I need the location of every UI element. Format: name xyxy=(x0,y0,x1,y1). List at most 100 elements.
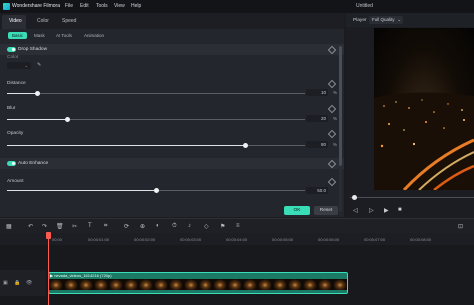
subtab-ai-tools[interactable]: AI Tools xyxy=(52,32,76,39)
undo-icon[interactable]: ↶ xyxy=(28,223,33,230)
chevron-down-icon: ⌄ xyxy=(397,17,401,22)
distance-slider[interactable] xyxy=(7,91,305,96)
amount-slider[interactable] xyxy=(7,188,305,193)
distance-unit: % xyxy=(333,90,338,95)
speed-icon[interactable]: ⏱ xyxy=(172,223,177,230)
color-icon[interactable]: ◐ xyxy=(156,223,160,229)
eyedropper-icon[interactable]: ✎ xyxy=(37,62,41,68)
delete-icon[interactable]: 🗑 xyxy=(56,223,64,230)
color-label: Color xyxy=(7,55,19,60)
keyframe-diamond-icon[interactable] xyxy=(327,45,337,55)
opacity-slider-fill xyxy=(7,145,246,147)
opacity-slider-knob[interactable] xyxy=(243,143,248,148)
player-label: Player xyxy=(353,18,367,23)
opacity-label: Opacity xyxy=(7,131,24,136)
auto-enhance-label: Auto Enhance xyxy=(18,161,49,166)
auto-enhance-toggle[interactable] xyxy=(7,161,16,166)
reset-button[interactable]: Reset xyxy=(314,206,338,215)
blur-slider[interactable] xyxy=(7,117,305,122)
blur-unit: % xyxy=(333,116,338,121)
quality-select-value: Full Quality xyxy=(372,17,395,22)
chevron-down-icon: ⌄ xyxy=(24,63,28,68)
distance-label: Distance xyxy=(7,81,26,86)
blur-slider-knob[interactable] xyxy=(65,117,70,122)
rotate-icon[interactable]: ⟳ xyxy=(124,223,129,230)
opacity-value[interactable]: 80 xyxy=(306,141,328,148)
play-icon[interactable]: ▶ xyxy=(384,207,389,214)
amount-slider-fill xyxy=(7,190,156,192)
tab-video[interactable]: Video xyxy=(9,18,22,24)
auto-enhance-keyframe-icon[interactable] xyxy=(327,159,337,169)
video-track-header: ▣ 🔒 👁 xyxy=(0,270,46,296)
title-bar: Wondershare Filmora File Edit Tools View… xyxy=(0,0,474,13)
distance-value[interactable]: 10 xyxy=(306,89,328,96)
distance-slider-fill xyxy=(7,93,37,95)
crop-icon[interactable]: ⌗ xyxy=(104,223,107,230)
menu-file[interactable]: File xyxy=(65,3,73,9)
ruler-tick: 00:00:08:00 xyxy=(410,237,432,242)
sub-tabs: Basic Mask AI Tools Animation xyxy=(0,29,344,42)
menu-tools[interactable]: Tools xyxy=(96,3,108,9)
app-name: Wondershare Filmora xyxy=(12,3,60,9)
menu-help[interactable]: Help xyxy=(131,3,141,9)
auto-enhance-row: Auto Enhance xyxy=(0,158,344,169)
ruler-tick: 00:00:01:00 xyxy=(88,237,110,242)
more-icon[interactable]: ≡ xyxy=(236,223,240,229)
video-track-icon: ▣ xyxy=(3,280,8,286)
blur-value[interactable]: 20 xyxy=(306,115,328,122)
drop-shadow-toggle[interactable] xyxy=(7,47,16,52)
drop-shadow-label: Drop Shadow xyxy=(18,47,48,52)
ok-button[interactable]: OK xyxy=(284,206,310,215)
lock-icon[interactable]: 🔒 xyxy=(14,280,20,286)
step-back-icon[interactable]: ▷ xyxy=(369,207,374,214)
ruler-tick: 00:00:07:00 xyxy=(364,237,386,242)
eye-icon[interactable]: 👁 xyxy=(26,280,32,286)
distance-slider-knob[interactable] xyxy=(35,91,40,96)
marker-icon[interactable]: ⚑ xyxy=(220,223,225,230)
ruler-tick: 00:00:03:00 xyxy=(180,237,202,242)
amount-slider-knob[interactable] xyxy=(154,188,159,193)
window-title: Untitled xyxy=(356,3,373,9)
subtab-animation[interactable]: Animation xyxy=(80,32,108,39)
video-preview[interactable] xyxy=(374,28,474,190)
player-scrubber[interactable] xyxy=(350,197,474,198)
quality-select[interactable]: Full Quality ⌄ xyxy=(369,16,403,24)
redo-icon[interactable]: ↷ xyxy=(42,223,47,230)
audio-icon[interactable]: ♪ xyxy=(188,223,191,229)
ruler-tick: 00:00 xyxy=(52,237,63,242)
prev-frame-icon[interactable]: ◁ xyxy=(353,207,358,214)
blur-label: Blur xyxy=(7,106,16,111)
fit-timeline-icon[interactable]: ⊡ xyxy=(458,223,463,230)
tab-color[interactable]: Color xyxy=(37,18,49,24)
blur-slider-fill xyxy=(7,119,67,121)
grid-view-icon[interactable]: ▦ xyxy=(6,223,12,230)
ruler-tick: 00:00:04:00 xyxy=(226,237,248,242)
property-tabs: Video Color Speed xyxy=(0,13,344,29)
stop-icon[interactable]: ■ xyxy=(398,207,402,213)
subtab-basic[interactable]: Basic xyxy=(8,32,28,39)
panel-scrollbar-thumb[interactable] xyxy=(339,46,342,166)
text-icon[interactable]: T xyxy=(88,223,92,229)
amount-label: Amount xyxy=(7,179,24,184)
filmora-logo-icon xyxy=(3,3,10,10)
clip-thumbnails xyxy=(49,279,348,290)
ruler-tick: 00:00:02:00 xyxy=(134,237,156,242)
playhead[interactable] xyxy=(48,233,49,305)
ruler-tick: 00:00:05:00 xyxy=(272,237,294,242)
opacity-unit: % xyxy=(333,142,338,147)
drop-shadow-row: Drop Shadow xyxy=(0,44,344,55)
zoom-icon[interactable]: ⊕ xyxy=(140,223,145,230)
player-scrubber-knob[interactable] xyxy=(352,195,357,200)
subtab-mask[interactable]: Mask xyxy=(30,32,49,39)
menu-view[interactable]: View xyxy=(114,3,125,9)
clip-title: ▶ nevada_videos_1614216 (720p) xyxy=(50,273,112,278)
amount-value[interactable]: 50.0 xyxy=(306,187,328,194)
opacity-slider[interactable] xyxy=(7,143,305,148)
split-icon[interactable]: ✂ xyxy=(72,223,77,230)
keyframe-icon[interactable]: ◇ xyxy=(204,223,209,230)
menu-edit[interactable]: Edit xyxy=(80,3,89,9)
color-swatch-select[interactable]: ⌄ xyxy=(7,62,31,69)
tab-speed[interactable]: Speed xyxy=(62,18,76,24)
ruler-tick: 00:00:06:00 xyxy=(318,237,340,242)
city-night-image xyxy=(374,92,474,190)
